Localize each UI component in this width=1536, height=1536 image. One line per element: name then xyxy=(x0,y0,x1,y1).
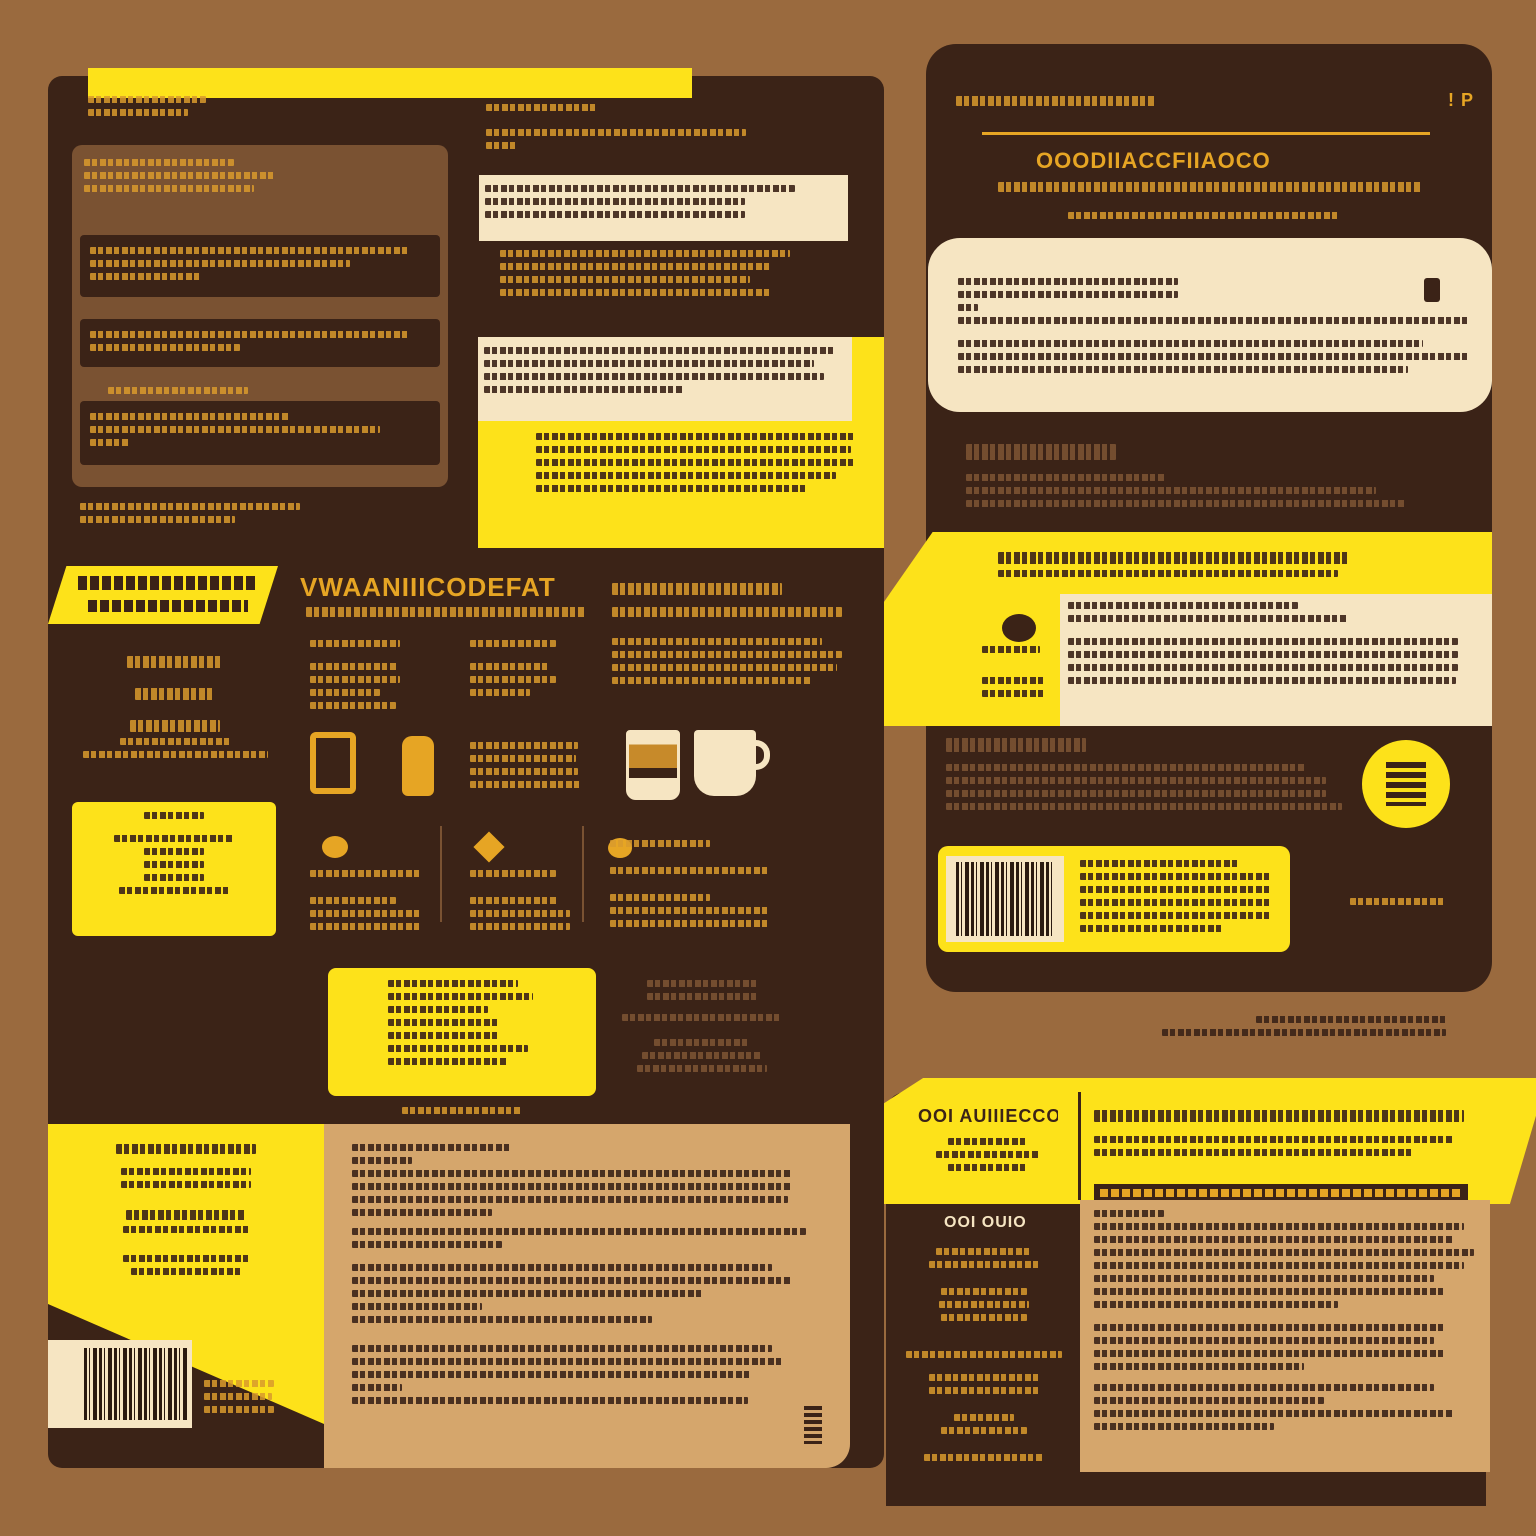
card-corner-icon xyxy=(1424,278,1440,302)
promo-card[interactable] xyxy=(72,802,276,936)
side-tab[interactable] xyxy=(48,566,278,624)
right-footnote xyxy=(1350,898,1444,905)
barcode-icon xyxy=(956,862,1052,936)
bean-icon xyxy=(1002,614,1036,642)
right-top-sub xyxy=(998,182,1422,219)
right-cream-card[interactable] xyxy=(928,238,1492,412)
glass-icon xyxy=(310,732,356,794)
right-top-rule xyxy=(982,132,1430,135)
right-bottom-header-right xyxy=(1094,1110,1464,1156)
middle-text-block xyxy=(500,250,800,296)
bean-icon xyxy=(322,836,348,858)
banner-heading: VWAANIIICODEFAT xyxy=(300,572,556,602)
right-bottom-description xyxy=(1080,1200,1490,1472)
divider-2 xyxy=(582,826,584,922)
caption-lines xyxy=(80,503,310,523)
right-mid-text xyxy=(966,444,1406,507)
right-bottom-left-col xyxy=(904,1248,1064,1461)
description-panel xyxy=(324,1124,850,1468)
coffee-glass-icon xyxy=(626,730,680,800)
barcode-box xyxy=(48,1340,192,1428)
right-note-lines xyxy=(622,980,782,1072)
feature-col-2 xyxy=(470,640,556,696)
icons-row-text xyxy=(470,742,582,788)
bottle-icon xyxy=(402,736,434,796)
side-badge xyxy=(804,1406,822,1444)
feature-col-1 xyxy=(310,640,400,709)
barcode-caption xyxy=(204,1380,274,1413)
stats-col-2 xyxy=(470,870,570,930)
right-lower-text xyxy=(946,738,1342,810)
right-top-header xyxy=(956,96,1156,106)
banner-sub-lines xyxy=(306,607,586,617)
right-yellow-band xyxy=(884,532,1492,726)
info-card xyxy=(72,145,448,487)
coffee-mug-icon xyxy=(694,730,756,796)
top-yellow-strip xyxy=(88,68,692,98)
header-text-lines xyxy=(88,96,208,116)
offer-card[interactable] xyxy=(328,968,596,1096)
banner-right-lines xyxy=(612,583,842,617)
barcode-icon xyxy=(84,1348,188,1420)
offer-caption xyxy=(402,1107,522,1114)
cream-note xyxy=(479,175,848,241)
header-divider xyxy=(1078,1092,1081,1200)
right-bottom-header-left xyxy=(918,1138,1058,1171)
feature-col-3 xyxy=(612,638,842,684)
outer-caption xyxy=(1162,1016,1446,1036)
barcode-card[interactable] xyxy=(938,846,1290,952)
stats-col-3 xyxy=(610,840,770,927)
right-top-heading: OOODIIACCFIIAOCO xyxy=(1036,148,1271,173)
right-bottom-heading: OOI AUIIIECCO xyxy=(918,1106,1058,1126)
corner-mark: ! P xyxy=(1448,90,1475,110)
yellow-text-block xyxy=(478,337,884,548)
column-title-lines xyxy=(486,104,766,149)
left-column-text xyxy=(80,656,270,758)
right-bottom-subheading: OOI OUIO xyxy=(944,1214,1027,1231)
badge-icon[interactable] xyxy=(1362,740,1450,828)
stats-col-1 xyxy=(310,870,420,930)
divider-1 xyxy=(440,826,442,922)
